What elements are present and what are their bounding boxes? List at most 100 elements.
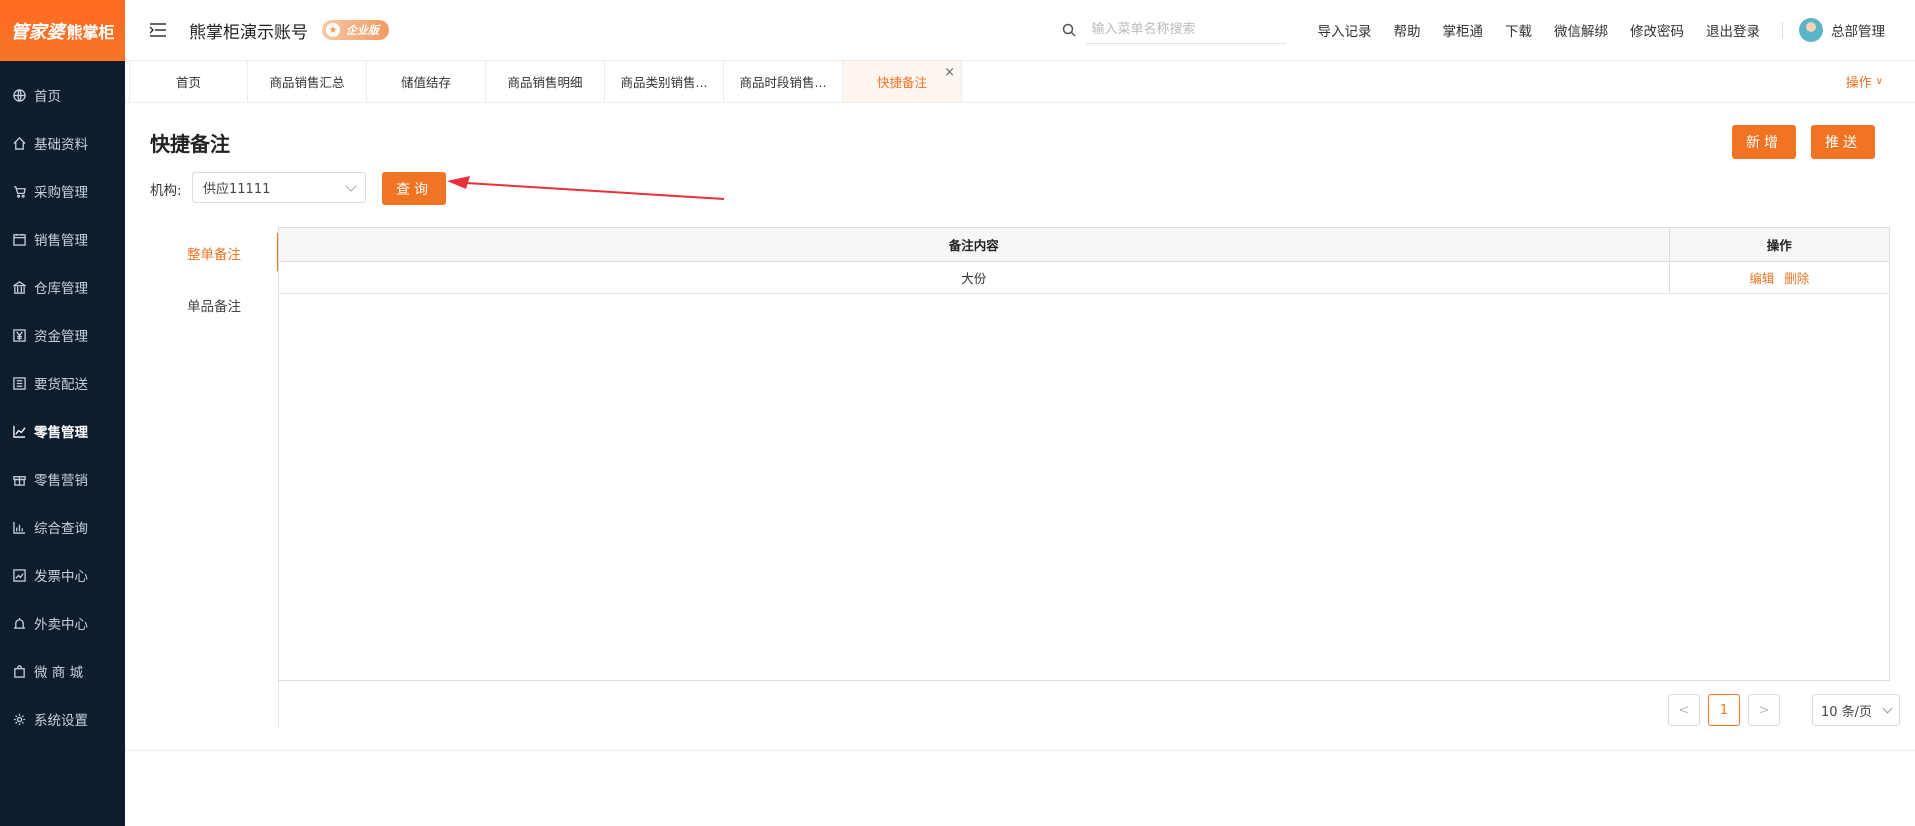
tab-label: 商品时段销售... (739, 75, 827, 90)
org-select-value: 供应11111 (203, 182, 271, 197)
main-content: 快捷备注 新增 推送 机构: 供应11111 查询 整单备注 单品备注 备注内容… (125, 104, 1915, 750)
tab-product-sales-summary[interactable]: 商品销售汇总 (248, 61, 367, 102)
chevron-down-icon: ∨ (1875, 76, 1883, 87)
gift-icon (12, 472, 26, 486)
annotation-arrow (447, 176, 725, 200)
logo-text-primary: 管家婆 (10, 21, 65, 43)
tab-order-notes[interactable]: 整单备注 (150, 227, 279, 279)
query-button[interactable]: 查询 (382, 172, 446, 205)
sidebar-item-label: 外卖中心 (34, 617, 88, 633)
tab-operations-dropdown[interactable]: 操作 ∨ (1846, 61, 1883, 102)
tab-product-sales-detail[interactable]: 商品销售明细 (486, 61, 605, 102)
chevron-down-icon (345, 179, 357, 192)
sidebar-item-mall[interactable]: 微 商 城 (0, 647, 125, 695)
sidebar-item-sales[interactable]: 销售管理 (0, 215, 125, 263)
content-bottom-border (125, 750, 1915, 751)
next-page-button[interactable]: > (1748, 694, 1780, 726)
column-header-content: 备注内容 (279, 228, 1669, 262)
sidebar-item-label: 零售管理 (34, 425, 88, 441)
tab-time-period-sales[interactable]: 商品时段销售... (724, 61, 843, 102)
edition-badge: ★ 企业版 (322, 20, 389, 40)
push-button[interactable]: 推送 (1811, 125, 1875, 159)
bag-icon (12, 664, 26, 678)
sidebar-item-basic-data[interactable]: 基础资料 (0, 119, 125, 167)
sidebar-item-label: 系统设置 (34, 713, 88, 729)
search-icon[interactable] (1062, 23, 1076, 37)
add-button[interactable]: 新增 (1732, 125, 1796, 159)
tab-label: 商品销售明细 (507, 75, 583, 90)
sidebar-item-settings[interactable]: 系统设置 (0, 695, 125, 743)
chevron-down-icon (1882, 703, 1893, 713)
gear-icon (12, 712, 26, 726)
close-icon[interactable]: × (944, 65, 955, 80)
import-records-link[interactable]: 导入记录 (1318, 20, 1372, 40)
change-password-link[interactable]: 修改密码 (1630, 20, 1684, 40)
page-tabs: 首页 商品销售汇总 储值结存 商品销售明细 商品类别销售... 商品时段销售..… (125, 61, 1915, 103)
star-icon: ★ (326, 23, 340, 37)
header-divider (1782, 22, 1783, 38)
sidebar-item-funds[interactable]: 资金管理 (0, 311, 125, 359)
tab-label: 储值结存 (400, 75, 451, 90)
sidebar-item-label: 资金管理 (34, 329, 88, 345)
wechat-unbind-link[interactable]: 微信解绑 (1554, 20, 1608, 40)
account-title: 熊掌柜演示账号 (189, 22, 308, 43)
sidebar-item-label: 要货配送 (34, 377, 88, 393)
tab-home[interactable]: 首页 (129, 61, 248, 102)
sidebar-item-takeout[interactable]: 外卖中心 (0, 599, 125, 647)
zhangguitong-link[interactable]: 掌柜通 (1443, 20, 1484, 40)
alarm-icon (12, 616, 26, 630)
cart-icon (12, 184, 26, 198)
sidebar-item-label: 微 商 城 (34, 665, 84, 681)
sidebar-item-query[interactable]: 综合查询 (0, 503, 125, 551)
tab-item-notes[interactable]: 单品备注 (150, 279, 278, 331)
sidebar-menu: 首页 基础资料 采购管理 销售管理 仓库管理 资金管理 要货配送 零售管理 零售… (0, 61, 125, 743)
edit-link[interactable]: 编辑 (1749, 271, 1774, 286)
table-row: 大份 编辑 删除 (279, 261, 1889, 294)
menu-toggle-icon[interactable] (149, 23, 167, 37)
sidebar-item-delivery[interactable]: 要货配送 (0, 359, 125, 407)
sidebar-item-home[interactable]: 首页 (0, 71, 125, 119)
sidebar-item-label: 采购管理 (34, 185, 88, 201)
page-size-value: 10 条/页 (1821, 704, 1873, 720)
page-size-select[interactable]: 10 条/页 (1812, 694, 1900, 726)
sidebar-item-retail-marketing[interactable]: 零售营销 (0, 455, 125, 503)
page-number-button[interactable]: 1 (1708, 694, 1740, 726)
avatar (1799, 18, 1823, 42)
sidebar-item-purchase[interactable]: 采购管理 (0, 167, 125, 215)
sidebar-item-label: 首页 (34, 89, 61, 105)
tab-quick-notes[interactable]: 快捷备注 × (843, 61, 962, 102)
sidebar-item-label: 销售管理 (34, 233, 88, 249)
sidebar-item-label: 综合查询 (34, 521, 88, 537)
trend-icon (12, 568, 26, 582)
download-link[interactable]: 下载 (1505, 20, 1532, 40)
home-icon (12, 136, 26, 150)
sidebar: 管家婆 熊掌柜 首页 基础资料 采购管理 销售管理 仓库管理 资金管理 要货配送… (0, 0, 125, 826)
help-link[interactable]: 帮助 (1394, 20, 1421, 40)
logout-link[interactable]: 退出登录 (1706, 20, 1760, 40)
logo-text-secondary: 熊掌柜 (66, 22, 115, 42)
tab-stored-value-balance[interactable]: 储值结存 (367, 61, 486, 102)
sidebar-item-warehouse[interactable]: 仓库管理 (0, 263, 125, 311)
prev-page-button[interactable]: < (1668, 694, 1700, 726)
list-icon (12, 376, 26, 390)
tab-label: 首页 (175, 75, 201, 90)
delete-link[interactable]: 删除 (1784, 271, 1809, 286)
sidebar-item-label: 零售营销 (34, 473, 88, 489)
sidebar-item-label: 仓库管理 (34, 281, 88, 297)
brand-logo[interactable]: 管家婆 熊掌柜 (0, 0, 125, 61)
sidebar-item-invoice[interactable]: 发票中心 (0, 551, 125, 599)
search-input[interactable] (1085, 16, 1286, 44)
sidebar-item-retail[interactable]: 零售管理 (0, 407, 125, 455)
globe-icon (12, 88, 26, 102)
tab-category-sales[interactable]: 商品类别销售... (605, 61, 724, 102)
page-title: 快捷备注 (150, 132, 230, 156)
pagination: < 1 > 10 条/页 (1668, 694, 1900, 726)
bank-icon (12, 280, 26, 294)
chart-icon (12, 424, 26, 438)
tab-label: 商品销售汇总 (269, 75, 345, 90)
calendar-icon (12, 232, 26, 246)
user-menu[interactable]: 总部管理 (1799, 18, 1885, 42)
tab-label: 快捷备注 (876, 75, 927, 90)
yuan-icon (12, 328, 26, 342)
org-select[interactable]: 供应11111 (192, 172, 366, 203)
